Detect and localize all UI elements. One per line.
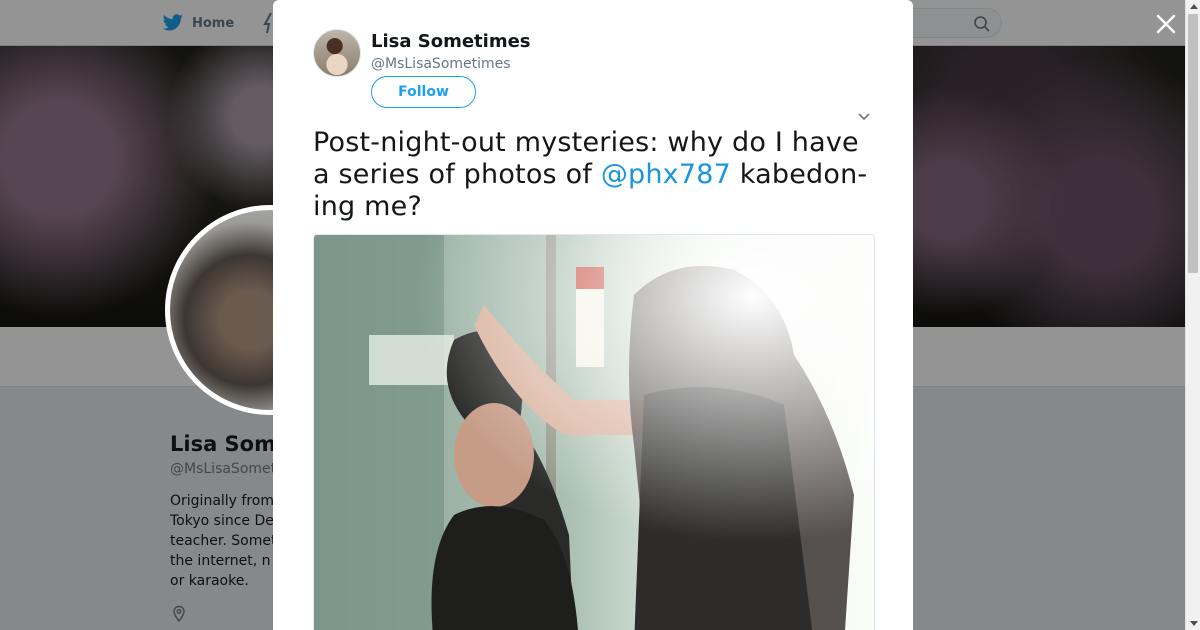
mention-link[interactable]: @phx787 (601, 159, 731, 190)
tweet-photo[interactable] (313, 234, 875, 630)
scroll-up-arrow-icon[interactable] (1190, 4, 1198, 9)
chevron-down-icon[interactable] (857, 112, 871, 122)
scroll-thumb[interactable] (1188, 14, 1198, 273)
profile-bio: Originally from Tokyo since De teacher. … (170, 493, 277, 589)
author-name[interactable]: Lisa Sometimes (371, 31, 531, 52)
follow-button[interactable]: Follow (371, 76, 476, 108)
location-pin-icon (173, 605, 185, 623)
photo-image (314, 235, 874, 630)
profile-name: Lisa Som (170, 432, 276, 456)
tweet-modal: Lisa Sometimes @MsLisaSometimes Follow P… (273, 0, 913, 630)
profile-handle: @MsLisaSomet (170, 461, 277, 477)
author-avatar[interactable] (313, 29, 361, 77)
author-handle[interactable]: @MsLisaSometimes (371, 56, 511, 72)
page-scrollbar[interactable] (1185, 0, 1200, 630)
close-icon[interactable] (1154, 12, 1178, 36)
tweet-text: Post-night-out mysteries: why do I have … (313, 127, 883, 223)
scroll-down-arrow-icon[interactable] (1190, 621, 1198, 626)
